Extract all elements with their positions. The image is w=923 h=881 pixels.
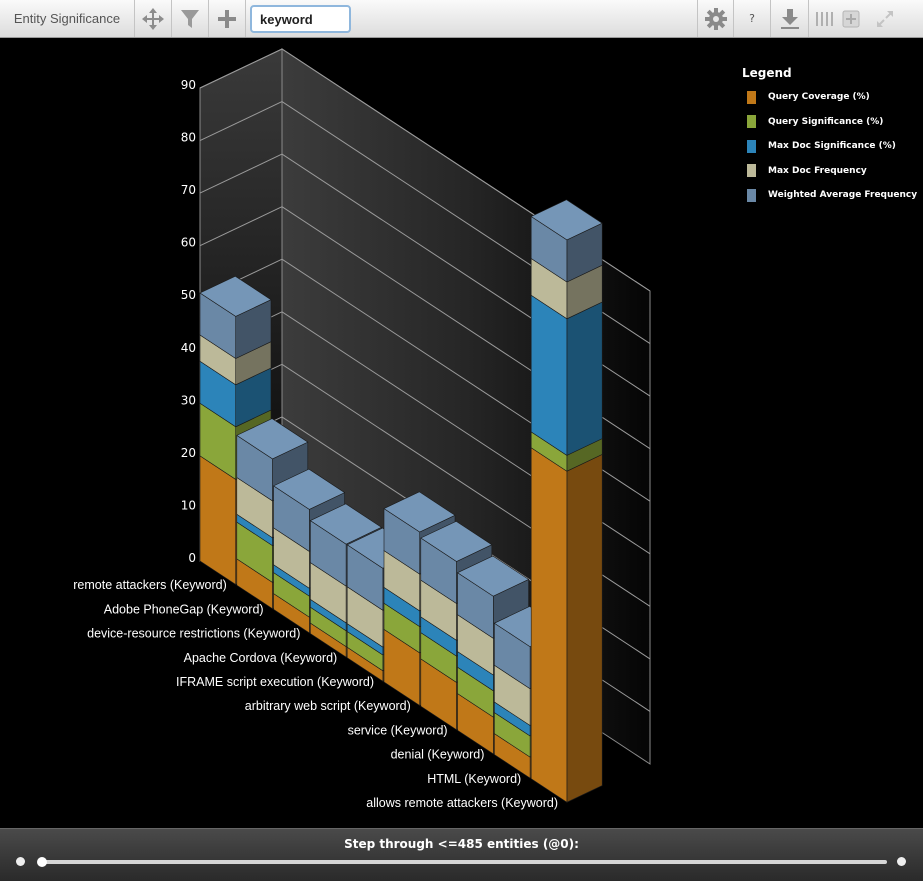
step-slider-handle[interactable] — [37, 857, 47, 867]
legend-swatch — [747, 90, 756, 104]
toolbar: Entity Significance ? — [0, 0, 923, 38]
bar-segment-side — [566, 301, 603, 456]
legend-swatch — [747, 188, 756, 202]
bar-segment-side — [566, 453, 603, 803]
y-tick-label: 10 — [181, 498, 196, 512]
legend-item[interactable]: Max Doc Significance (%) — [742, 134, 917, 159]
legend-label: Weighted Average Frequency — [768, 190, 918, 201]
settings-button[interactable] — [697, 0, 733, 37]
add-button[interactable] — [209, 0, 246, 37]
gear-icon — [704, 7, 727, 30]
legend-label: Max Doc Frequency — [768, 165, 867, 176]
category-label: IFRAME script execution (Keyword) — [176, 675, 374, 689]
zoom-in-button[interactable] — [840, 0, 862, 37]
app-title: Entity Significance — [0, 0, 135, 37]
category-label: device-resource restrictions (Keyword) — [87, 627, 300, 641]
help-button[interactable]: ? — [733, 0, 770, 37]
chart-area: 0 10 20 30 40 50 60 70 80 90 remote attackers (Ke… — [0, 38, 923, 828]
move-icon — [142, 7, 164, 30]
legend-item[interactable]: Query Significance (%) — [742, 110, 917, 135]
legend-title: Legend — [742, 66, 792, 80]
zoom-in-icon — [842, 10, 860, 27]
legend-swatch — [747, 115, 756, 129]
y-tick-label: 30 — [181, 393, 196, 407]
step-label: Step through <=485 entities (@0): — [344, 837, 579, 851]
expand-button[interactable] — [870, 0, 900, 37]
legend-item[interactable]: Max Doc Frequency — [742, 159, 917, 184]
plus-icon — [218, 9, 236, 28]
bar-stack — [530, 199, 603, 803]
columns-icon — [815, 11, 833, 26]
download-button[interactable] — [770, 0, 808, 37]
y-tick-label: 80 — [181, 131, 196, 145]
move-button[interactable] — [135, 0, 172, 37]
y-tick-label: 70 — [181, 183, 196, 197]
search-input[interactable] — [250, 5, 351, 33]
legend: Legend Query Coverage (%) Query Significa… — [742, 66, 917, 208]
legend-swatch — [747, 139, 756, 153]
bar-segment — [530, 294, 568, 456]
y-tick-label: 40 — [181, 341, 196, 355]
legend-label: Max Doc Significance (%) — [768, 141, 896, 152]
legend-label: Query Significance (%) — [768, 116, 884, 127]
step-end-dot[interactable] — [897, 857, 906, 866]
bar-segment — [530, 447, 568, 803]
y-tick-label: 50 — [181, 288, 196, 302]
category-label: remote attackers (Keyword) — [73, 578, 227, 592]
help-icon: ? — [749, 12, 755, 25]
y-tick-label: 0 — [188, 551, 196, 565]
filter-button[interactable] — [172, 0, 209, 37]
category-label: Apache Cordova (Keyword) — [184, 651, 338, 665]
expand-icon — [877, 10, 893, 27]
download-icon — [780, 8, 799, 29]
legend-item[interactable]: Query Coverage (%) — [742, 85, 917, 110]
step-start-dot[interactable] — [16, 857, 25, 866]
legend-item[interactable]: Weighted Average Frequency — [742, 183, 917, 208]
category-label: HTML (Keyword) — [427, 772, 521, 786]
footer: Step through <=485 entities (@0): — [0, 828, 923, 881]
y-tick-label: 20 — [181, 446, 196, 460]
category-label: Adobe PhoneGap (Keyword) — [104, 602, 264, 616]
y-tick-label: 60 — [181, 236, 196, 250]
columns-button[interactable] — [808, 0, 840, 37]
legend-label: Query Coverage (%) — [768, 92, 870, 103]
category-label: denial (Keyword) — [391, 748, 485, 762]
category-label: service (Keyword) — [348, 723, 448, 737]
category-label: allows remote attackers (Keyword) — [366, 796, 558, 810]
category-label: arbitrary web script (Keyword) — [245, 699, 411, 713]
filter-icon — [181, 9, 199, 28]
legend-swatch — [747, 164, 756, 178]
y-tick-label: 90 — [181, 78, 196, 92]
step-slider-track[interactable] — [42, 860, 887, 864]
